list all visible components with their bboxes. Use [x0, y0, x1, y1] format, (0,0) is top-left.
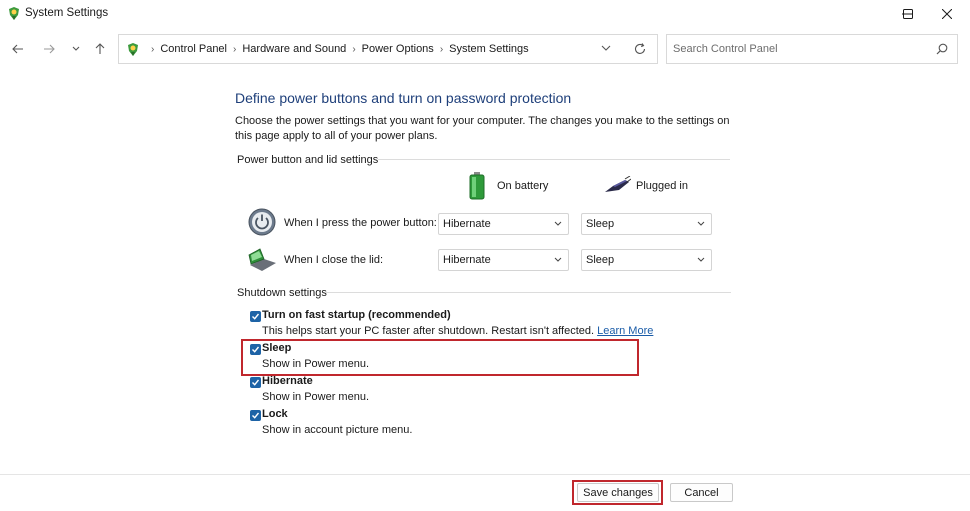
address-bar[interactable]: › Control Panel › Hardware and Sound › P…: [118, 34, 658, 64]
refresh-icon[interactable]: [633, 42, 647, 56]
col-label-plugged: Plugged in: [636, 180, 688, 192]
checkmark-icon: [252, 412, 260, 419]
navigation-bar: › Control Panel › Hardware and Sound › P…: [0, 28, 970, 70]
back-arrow-icon: [12, 44, 23, 54]
power-button-plugged-select[interactable]: Sleep: [581, 213, 712, 235]
fast-startup-checkbox[interactable]: [250, 311, 261, 322]
lock-label[interactable]: Lock: [262, 408, 288, 420]
fast-startup-description: This helps start your PC faster after sh…: [262, 325, 653, 337]
cancel-button[interactable]: Cancel: [670, 483, 733, 502]
control-panel-icon: [128, 43, 138, 56]
breadcrumb-control-panel[interactable]: Control Panel: [160, 43, 227, 55]
chevron-right-icon: ›: [352, 43, 356, 55]
breadcrumb-system-settings[interactable]: System Settings: [449, 43, 528, 55]
lock-checkbox[interactable]: [250, 410, 261, 421]
breadcrumb-power-options[interactable]: Power Options: [362, 43, 434, 55]
hibernate-description: Show in Power menu.: [262, 391, 369, 403]
lid-close-battery-select[interactable]: Hibernate: [438, 249, 569, 271]
chevron-down-icon: [72, 46, 80, 51]
laptop-lid-icon: [248, 248, 276, 271]
recent-locations-button[interactable]: [66, 39, 86, 59]
fast-startup-desc-text: This helps start your PC faster after sh…: [262, 325, 595, 337]
save-highlight-box: [572, 480, 663, 505]
forward-arrow-icon: [44, 44, 55, 54]
group-divider: [326, 292, 731, 293]
chevron-down-icon: [697, 221, 705, 226]
up-button[interactable]: [90, 39, 110, 59]
forward-button[interactable]: [39, 39, 59, 59]
lid-close-plugged-select[interactable]: Sleep: [581, 249, 712, 271]
control-panel-icon: [9, 7, 19, 20]
col-label-battery: On battery: [497, 180, 549, 192]
address-dropdown-icon[interactable]: [601, 44, 611, 52]
page-title: Define power buttons and turn on passwor…: [235, 90, 572, 106]
hibernate-checkbox[interactable]: [250, 377, 261, 388]
shutdown-group-title: Shutdown settings: [237, 287, 327, 299]
title-bar: System Settings: [0, 0, 970, 28]
group-divider: [378, 159, 730, 160]
footer: Save changes Cancel: [0, 474, 970, 511]
select-value: Hibernate: [443, 218, 491, 230]
select-value: Sleep: [586, 218, 615, 230]
breadcrumb: › Control Panel › Hardware and Sound › P…: [145, 35, 529, 63]
lock-description: Show in account picture menu.: [262, 424, 413, 436]
select-value: Sleep: [586, 254, 615, 266]
search-input[interactable]: [673, 41, 923, 57]
checkmark-icon: [252, 313, 260, 320]
chevron-down-icon: [554, 221, 562, 226]
chevron-down-icon: [554, 257, 562, 262]
battery-icon: [469, 172, 485, 200]
chevron-right-icon: ›: [151, 43, 155, 55]
hibernate-label[interactable]: Hibernate: [262, 375, 313, 387]
power-group-title: Power button and lid settings: [237, 154, 379, 166]
back-button[interactable]: [8, 39, 28, 59]
up-arrow-icon: [95, 43, 105, 54]
chevron-right-icon: ›: [439, 43, 444, 55]
lid-close-label: When I close the lid:: [284, 254, 384, 266]
power-button-label: When I press the power button:: [284, 217, 437, 229]
breadcrumb-hardware-and-sound[interactable]: Hardware and Sound: [242, 43, 346, 55]
col-header-plugged: Plugged in: [603, 176, 688, 196]
power-button-icon: [248, 208, 276, 236]
checkmark-icon: [252, 379, 260, 386]
power-button-battery-select[interactable]: Hibernate: [438, 213, 569, 235]
chevron-right-icon: ›: [233, 43, 237, 55]
window-title: System Settings: [25, 7, 109, 19]
col-header-battery: On battery: [468, 172, 548, 200]
maximize-icon: [903, 9, 913, 19]
search-box[interactable]: [666, 34, 958, 64]
power-plug-icon: [605, 176, 631, 192]
select-value: Hibernate: [443, 254, 491, 266]
search-icon[interactable]: [936, 43, 948, 55]
page-description: Choose the power settings that you want …: [235, 115, 730, 142]
close-button[interactable]: [924, 0, 970, 28]
close-icon: [942, 9, 952, 19]
main-content: Define power buttons and turn on passwor…: [0, 70, 970, 474]
chevron-down-icon: [697, 257, 705, 262]
fast-startup-label[interactable]: Turn on fast startup (recommended): [262, 309, 451, 321]
learn-more-link[interactable]: Learn More: [597, 325, 653, 337]
sleep-highlight-box: [241, 339, 639, 376]
